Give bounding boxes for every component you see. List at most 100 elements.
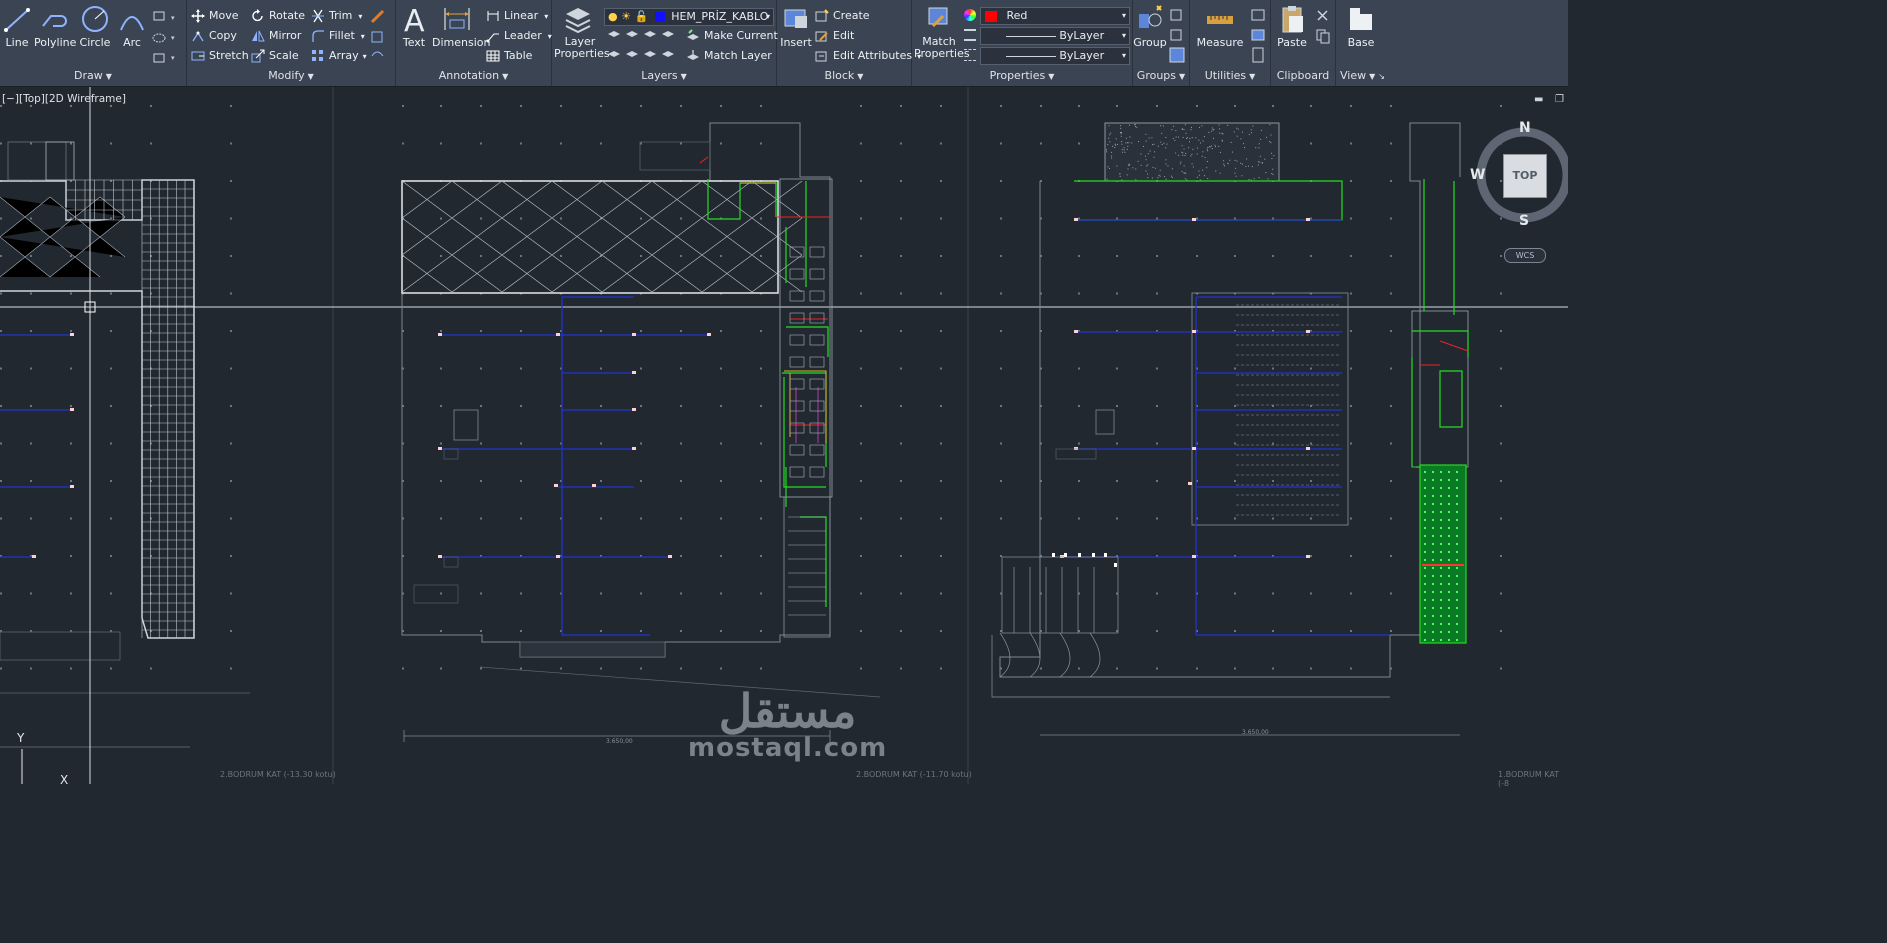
clipboard-icon <box>1282 6 1303 33</box>
text-button[interactable]: A Text <box>398 4 430 49</box>
block-label: Block <box>824 69 855 82</box>
fillet-button[interactable]: Fillet ▾ <box>311 27 365 45</box>
polyline-label: Polyline <box>34 36 77 49</box>
base-view-icon <box>1350 8 1372 30</box>
edit-block-icon <box>815 31 828 42</box>
edit-attributes-button[interactable]: Edit Attributes ▾ <box>815 47 921 65</box>
viewcube-top-label: TOP <box>1512 169 1538 182</box>
array-label: Array <box>329 49 359 62</box>
wcs-menu[interactable]: WCS <box>1504 248 1546 263</box>
viewcube[interactable]: TOP N S W <box>1470 120 1574 230</box>
circle-icon <box>82 6 108 32</box>
array-icon <box>312 50 323 61</box>
view-panel-label[interactable]: View ▼ ↘ <box>1336 69 1386 83</box>
compass-south[interactable]: S <box>1519 213 1529 229</box>
arc-button[interactable]: Arc <box>116 4 148 49</box>
utilities-panel-label[interactable]: Utilities ▼ <box>1190 69 1270 83</box>
chevron-down-icon: ▾ <box>1121 51 1126 60</box>
linear-button[interactable]: Linear ▾ <box>486 7 548 25</box>
mirror-button[interactable]: Mirror <box>251 27 301 45</box>
layer-dropdown[interactable]: ● ☀ 🔓 HEM_PRİZ_KABLO ▾ <box>604 8 774 26</box>
modify-panel-label[interactable]: Modify ▼ <box>187 69 395 83</box>
insert-label: Insert <box>780 36 812 49</box>
edit-block-button[interactable]: Edit <box>815 27 854 45</box>
rotate-button[interactable]: Rotate <box>251 7 305 25</box>
move-button[interactable]: Move <box>191 7 239 25</box>
edit-label: Edit <box>833 29 855 42</box>
leader-button[interactable]: Leader ▾ <box>486 27 552 45</box>
group-tool-icons[interactable] <box>1169 8 1187 66</box>
mirror-label: Mirror <box>269 29 302 42</box>
array-button[interactable]: Array ▾ <box>311 47 367 65</box>
clipboard-label: Clipboard <box>1276 69 1330 82</box>
draw-panel-label[interactable]: Draw ▼ <box>0 69 186 83</box>
table-button[interactable]: Table <box>486 47 532 65</box>
trim-label: Trim <box>329 9 353 22</box>
clipboard-panel: Paste Clipboard <box>1271 0 1336 86</box>
watermark-arabic: مستقل <box>718 684 857 738</box>
match-properties-button[interactable]: Match Properties <box>914 4 970 60</box>
base-view-button[interactable]: Base <box>1340 4 1382 49</box>
draw-small-tools[interactable]: ▾ ▾ ▾ <box>152 8 182 64</box>
annotation-label: Annotation <box>438 69 500 82</box>
measure-button[interactable]: Measure <box>1194 4 1246 49</box>
draw-panel: Line Polyline Circle Arc ▾ ▾ ▾ Draw ▼ <box>0 0 187 86</box>
properties-panel-label[interactable]: Properties ▼ <box>912 69 1132 83</box>
viewcube-top-face[interactable]: TOP <box>1503 154 1547 198</box>
compass-west[interactable]: W <box>1470 167 1485 183</box>
viewport-restore-icon[interactable]: ❐ <box>1555 94 1564 105</box>
clipboard-panel-label: Clipboard <box>1271 69 1335 83</box>
line-label: Line <box>5 36 29 49</box>
layer-tool-icons[interactable] <box>606 28 686 68</box>
svg-text:▾: ▾ <box>171 14 175 22</box>
measure-label: Measure <box>1196 36 1244 49</box>
layers-panel-label[interactable]: Layers ▼ <box>552 69 776 83</box>
stretch-button[interactable]: Stretch <box>191 47 249 65</box>
trim-icon <box>312 9 324 23</box>
utility-tool-icons[interactable] <box>1250 8 1268 66</box>
chevron-down-icon: ▼ <box>307 72 314 81</box>
chevron-down-icon: ▼ <box>105 72 112 81</box>
layer-properties-button[interactable]: Layer Properties <box>554 4 610 60</box>
chevron-down-icon: ▾ <box>1121 11 1126 20</box>
dimension-button[interactable]: Dimension <box>432 4 490 49</box>
polyline-button[interactable]: Polyline <box>34 4 77 49</box>
match-properties-label: Match Properties <box>914 35 970 60</box>
ruler-icon <box>1207 16 1233 24</box>
insert-button[interactable]: Insert <box>779 4 813 49</box>
dimension-icon <box>444 8 470 30</box>
paste-button[interactable]: Paste <box>1275 4 1309 49</box>
copy-button[interactable]: Copy <box>191 27 237 45</box>
chevron-down-icon: ▾ <box>765 12 770 21</box>
polyline-icon <box>42 15 67 27</box>
linetype-dropdown[interactable]: ByLayer ▾ <box>980 27 1130 45</box>
arc-label: Arc <box>123 36 141 49</box>
make-current-button[interactable]: Make Current <box>686 27 778 45</box>
sun-icon: ☀ <box>621 10 631 23</box>
ucs-icon: Y X <box>16 731 68 784</box>
viewport-controls-label[interactable]: [−][Top][2D Wireframe] <box>2 93 126 105</box>
create-label: Create <box>833 9 870 22</box>
create-block-button[interactable]: Create <box>815 7 870 25</box>
modify-extra-tools[interactable] <box>369 8 389 64</box>
circle-button[interactable]: Circle <box>78 4 112 49</box>
groups-panel-label[interactable]: Groups ▼ <box>1133 69 1189 83</box>
properties-label: Properties <box>989 69 1046 82</box>
annotation-panel-label[interactable]: Annotation ▼ <box>396 69 551 83</box>
lineweight-dropdown[interactable]: ByLayer ▾ <box>980 47 1130 65</box>
drawing-canvas[interactable]: 3.650,00 3.650,00 Y X <box>0 87 1568 784</box>
group-button[interactable]: Group <box>1133 4 1167 49</box>
trim-button[interactable]: Trim ▾ <box>311 7 362 25</box>
insert-block-icon <box>784 9 807 28</box>
color-dropdown[interactable]: Red ▾ <box>980 7 1130 25</box>
block-panel-label[interactable]: Block ▼ <box>777 69 911 83</box>
scale-button[interactable]: Scale <box>251 47 299 65</box>
line-button[interactable]: Line <box>2 4 32 49</box>
view-label: View <box>1340 69 1367 82</box>
match-layer-button[interactable]: Match Layer <box>686 47 772 65</box>
clipboard-tool-icons[interactable] <box>1315 8 1333 48</box>
viewport-minimize-icon[interactable]: ▬ <box>1534 94 1543 105</box>
left-floor-plan <box>0 141 250 748</box>
group-icon <box>1139 5 1162 28</box>
compass-north[interactable]: N <box>1519 120 1531 136</box>
